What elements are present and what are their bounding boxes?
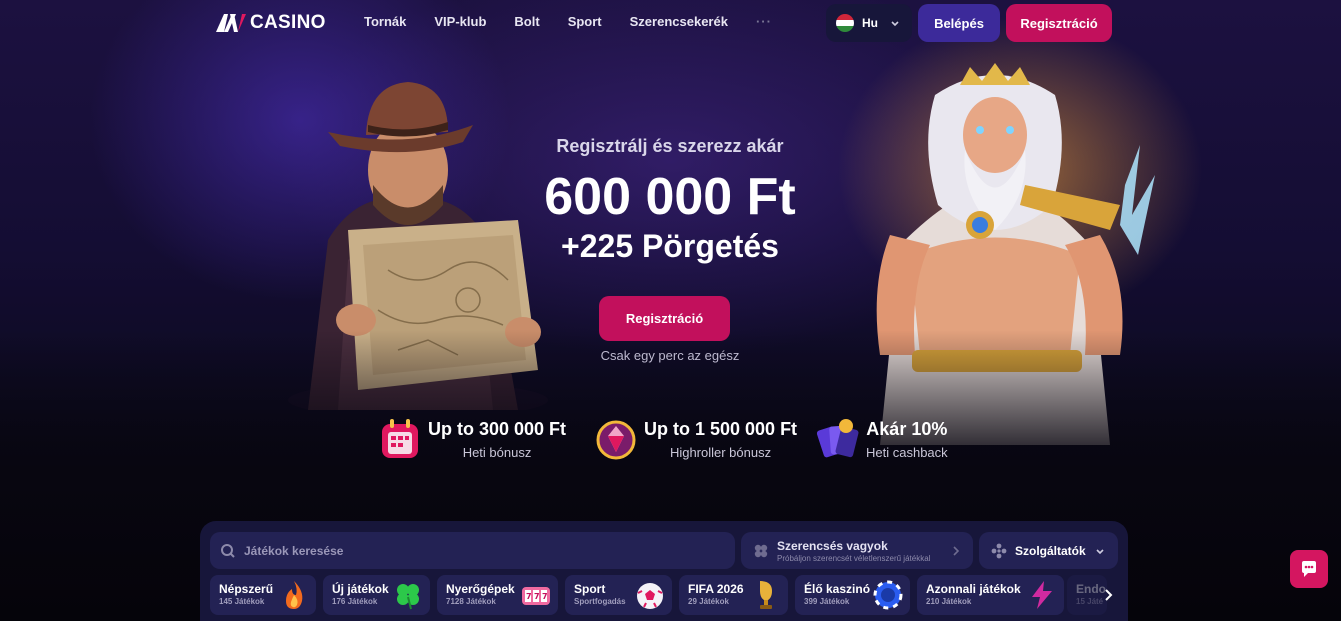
category-instant-games[interactable]: Azonnali játékok 210 Játékok — [917, 575, 1064, 615]
lucky-title: Szerencsés vagyok — [777, 538, 888, 553]
bonus-cashback[interactable]: Akár 10% Heti cashback — [816, 414, 948, 464]
nav-more-icon[interactable]: ··· — [756, 14, 772, 29]
language-label: Hu — [862, 16, 878, 30]
providers-dropdown[interactable]: Szolgáltatók — [979, 532, 1118, 569]
category-popular[interactable]: Népszerű 145 Játékok — [210, 575, 316, 615]
bonus-weekly[interactable]: Up to 300 000 Ft Heti bónusz — [378, 414, 566, 464]
gem-icon — [596, 420, 636, 460]
hero-register-button[interactable]: Regisztráció — [599, 296, 730, 341]
football-icon — [637, 583, 663, 609]
chevron-down-icon — [891, 21, 899, 27]
svg-text:7: 7 — [526, 592, 532, 601]
category-live-casino[interactable]: Élő kaszinó 399 Játékok — [795, 575, 910, 615]
nav-shop[interactable]: Bolt — [514, 14, 539, 29]
chevron-right-icon — [953, 545, 960, 556]
category-sport[interactable]: Sport Sportfogadás — [565, 575, 672, 615]
trophy-icon — [760, 581, 772, 609]
nav-wheel-of-fortune[interactable]: Szerencsekerék — [630, 14, 728, 29]
clover-outline-icon — [754, 544, 768, 557]
svg-text:7: 7 — [542, 592, 548, 601]
providers-label: Szolgáltatók — [1015, 543, 1086, 558]
svg-text:7: 7 — [534, 592, 540, 601]
logo-mark-icon — [216, 14, 246, 32]
feeling-lucky-button[interactable]: Szerencsés vagyok Próbáljon szerencsét v… — [741, 532, 973, 569]
logo-text: CASINO — [250, 12, 326, 33]
promo-subtitle: Regisztrálj és szerezz akár — [556, 136, 784, 156]
chevron-down-icon — [1096, 548, 1104, 554]
bonus-cashback-subtitle: Heti cashback — [866, 445, 948, 460]
language-selector[interactable]: Hu — [826, 4, 912, 42]
game-search[interactable] — [210, 532, 735, 569]
nav-tournaments[interactable]: Tornák — [364, 14, 406, 29]
providers-icon — [991, 543, 1007, 558]
login-button[interactable]: Belépés — [918, 4, 1000, 42]
bonus-weekly-title: Up to 300 000 Ft — [428, 419, 567, 439]
promo-spins: +225 Pörgetés — [561, 228, 779, 264]
bonus-weekly-subtitle: Heti bónusz — [462, 445, 532, 460]
main-nav: Tornák VIP-klub Bolt Sport Szerencsekeré… — [364, 14, 800, 29]
lightning-icon — [1032, 581, 1052, 609]
register-button[interactable]: Regisztráció — [1006, 4, 1112, 42]
chip-icon — [873, 580, 903, 610]
slot-reels-icon: 777 — [522, 587, 550, 605]
chat-bubble-icon — [1302, 561, 1316, 577]
bonus-highroller-title: Up to 1 500 000 Ft — [644, 419, 798, 439]
top-header: CASINO Tornák VIP-klub Bolt Sport Szeren… — [0, 0, 1341, 44]
category-fifa-2026[interactable]: FIFA 2026 29 Játékok — [679, 575, 788, 615]
search-icon — [221, 543, 235, 558]
casino-logo[interactable]: CASINO — [216, 12, 326, 34]
chevron-right-icon[interactable] — [1098, 585, 1118, 605]
hungary-flag-icon — [836, 14, 854, 32]
calendar-gift-icon — [382, 419, 418, 458]
clover-icon — [397, 584, 419, 610]
fire-icon — [286, 581, 303, 609]
promo-amount: 600 000 Ft — [544, 168, 796, 226]
live-chat-button[interactable] — [1290, 550, 1328, 588]
category-new-games[interactable]: Új játékok 176 Játékok — [323, 575, 430, 615]
cards-icon — [816, 419, 859, 458]
nav-sport[interactable]: Sport — [568, 14, 602, 29]
nav-vip-club[interactable]: VIP-klub — [434, 14, 486, 29]
category-slots[interactable]: Nyerőgépek 7128 Játékok 777 — [437, 575, 558, 615]
bonus-highroller[interactable]: Up to 1 500 000 Ft Highroller bónusz — [594, 414, 797, 464]
lucky-subtitle: Próbáljon szerencsét véletlenszerű játék… — [777, 553, 931, 563]
bonus-cashback-title: Akár 10% — [866, 419, 948, 439]
bonus-highroller-subtitle: Highroller bónusz — [669, 445, 772, 460]
cta-note: Csak egy perc az egész — [600, 348, 740, 363]
search-input[interactable] — [244, 543, 704, 558]
